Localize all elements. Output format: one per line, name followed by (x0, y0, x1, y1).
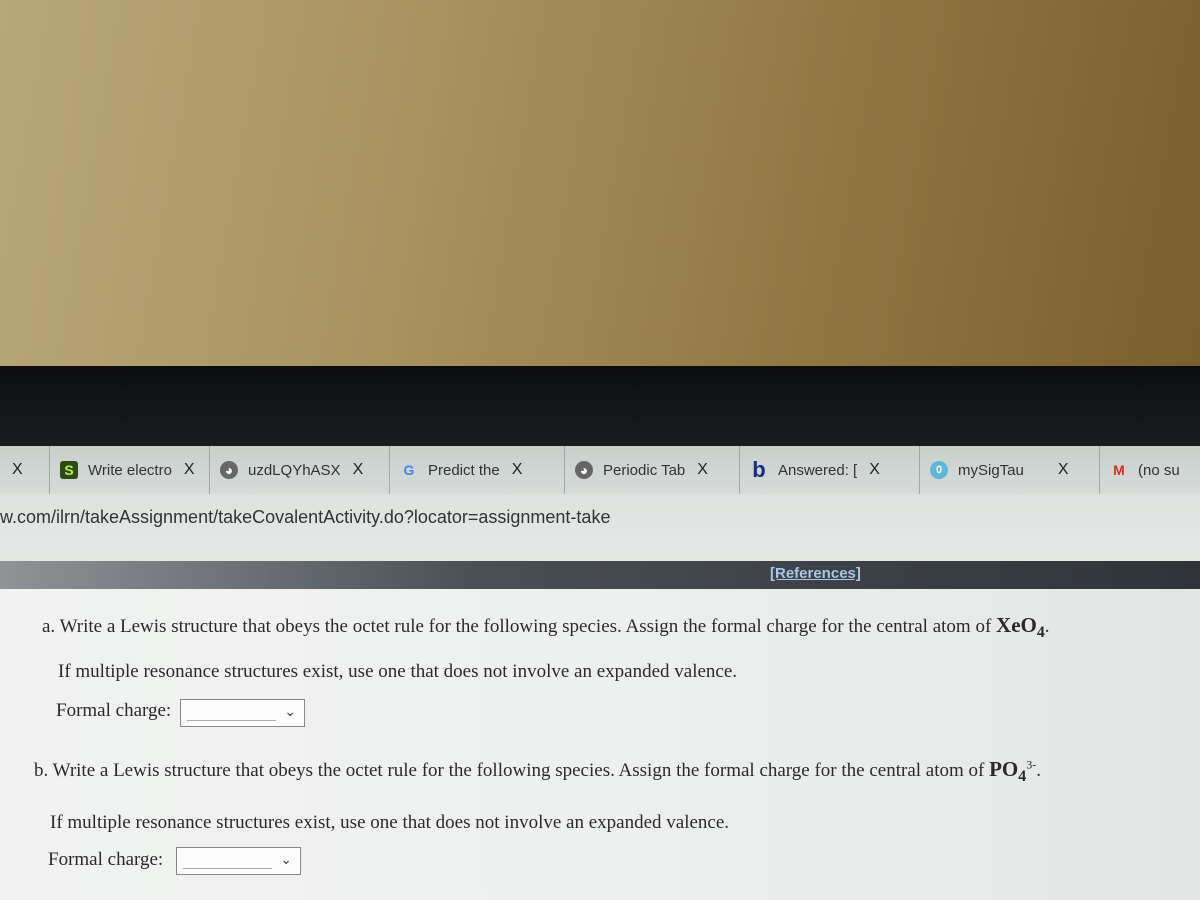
close-icon[interactable]: X (1058, 461, 1069, 479)
close-icon[interactable]: X (697, 461, 708, 479)
references-link[interactable]: [References] (770, 565, 861, 582)
close-icon[interactable]: X (869, 461, 880, 479)
tab[interactable]: S Write electro X (50, 446, 210, 494)
formal-charge-select-b[interactable]: ⌄ (176, 847, 301, 875)
tab[interactable]: 0 mySigTau X (920, 446, 1100, 494)
tab-label: Write electro (88, 461, 172, 479)
tab-label: (no su (1138, 461, 1180, 479)
tab[interactable]: ◕ Periodic Tab X (565, 446, 740, 494)
tab[interactable]: G Predict the X (390, 446, 565, 494)
chevron-down-icon: ⌄ (284, 703, 296, 719)
references-bar: [References] (0, 561, 1200, 589)
question-b-note: If multiple resonance structures exist, … (50, 812, 730, 833)
circle-icon: 0 (930, 461, 948, 479)
gmail-icon: M (1113, 462, 1125, 478)
formal-charge-select-a[interactable]: ⌄ (180, 699, 305, 727)
tab-label: Predict the (428, 461, 500, 479)
tab-label: Periodic Tab (603, 461, 686, 479)
close-icon[interactable]: X (512, 461, 523, 479)
globe-icon: ◕ (575, 461, 593, 479)
question-b-text: b. Write a Lewis structure that obeys th… (34, 757, 1041, 785)
close-icon[interactable]: X (184, 461, 195, 479)
close-icon[interactable]: X (353, 461, 364, 479)
s-icon: S (60, 461, 78, 479)
url-text: w.com/ilrn/takeAssignment/takeCovalentAc… (0, 507, 611, 527)
question-a-text: a. Write a Lewis structure that obeys th… (42, 613, 1050, 641)
monitor-bezel (0, 366, 1200, 781)
address-bar[interactable]: w.com/ilrn/takeAssignment/takeCovalentAc… (0, 494, 1200, 548)
tab-bar: X S Write electro X ◕ uzdLQYhASX X G Predict … (0, 446, 1200, 494)
tab-label: uzdLQYhASX (248, 461, 341, 479)
tab-label: Answered: [ (778, 461, 858, 479)
tab[interactable]: b Answered: [ X (740, 446, 920, 494)
tab[interactable]: M (no su (1100, 446, 1190, 494)
globe-icon: ◕ (220, 461, 238, 479)
close-icon[interactable]: X (12, 461, 23, 479)
tab-partial[interactable]: X (0, 446, 50, 494)
formal-charge-label-b: Formal charge: (48, 849, 164, 870)
background-wall (0, 0, 1200, 366)
chevron-down-icon: ⌄ (280, 851, 292, 867)
tab[interactable]: ◕ uzdLQYhASX X (210, 446, 390, 494)
question-content: a. Write a Lewis structure that obeys th… (0, 589, 1200, 900)
question-a-note: If multiple resonance structures exist, … (58, 661, 738, 682)
tab-label: mySigTau (958, 461, 1024, 479)
formal-charge-label-a: Formal charge: (56, 700, 172, 721)
google-icon: G (403, 462, 415, 478)
bartleby-b-icon: b (752, 457, 766, 482)
